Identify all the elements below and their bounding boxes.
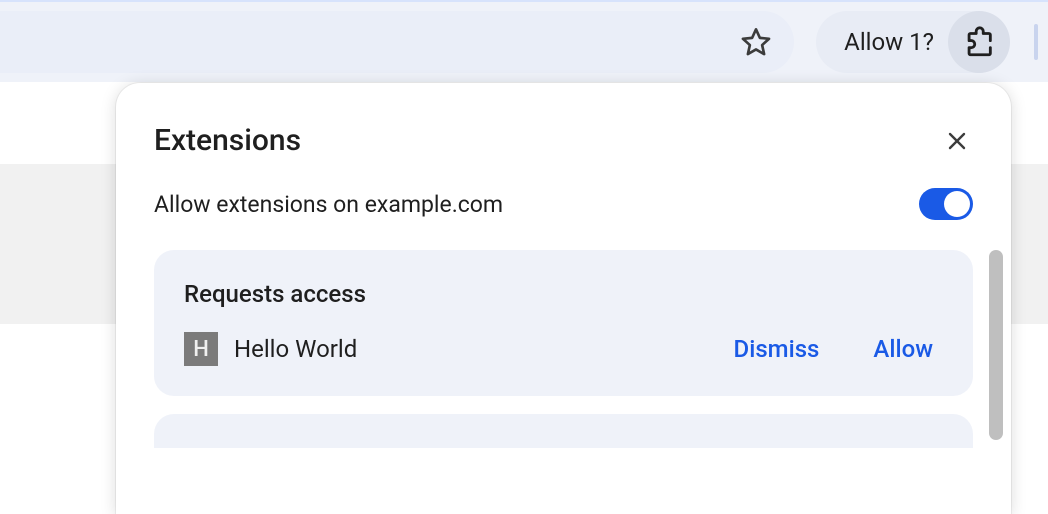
puzzle-icon <box>962 25 996 59</box>
bookmark-star-icon[interactable] <box>740 26 772 58</box>
close-icon <box>945 129 969 153</box>
requests-access-card: Requests access H Hello World Dismiss Al… <box>154 250 973 396</box>
requests-access-heading: Requests access <box>184 280 943 308</box>
extensions-button[interactable] <box>948 11 1010 73</box>
popup-title: Extensions <box>154 123 301 158</box>
allow-extensions-label: Allow extensions on example.com <box>154 191 503 218</box>
allow-extensions-toggle[interactable] <box>919 188 973 220</box>
extension-request-row: H Hello World Dismiss Allow <box>184 332 943 366</box>
browser-toolbar: Allow 1? <box>0 2 1048 82</box>
toolbar-divider <box>1034 24 1038 60</box>
omnibox[interactable] <box>0 11 794 73</box>
extension-icon: H <box>184 332 218 366</box>
allow-button[interactable]: Allow <box>873 335 933 363</box>
dismiss-button[interactable]: Dismiss <box>734 335 820 363</box>
close-button[interactable] <box>941 125 973 157</box>
extension-name: Hello World <box>234 335 718 363</box>
allow-chip-label: Allow 1? <box>844 28 934 56</box>
extensions-popup: Extensions Allow extensions on example.c… <box>116 83 1011 514</box>
scrollbar[interactable] <box>989 250 1003 440</box>
allow-extensions-chip[interactable]: Allow 1? <box>816 11 1010 73</box>
next-card-peek <box>154 414 973 448</box>
